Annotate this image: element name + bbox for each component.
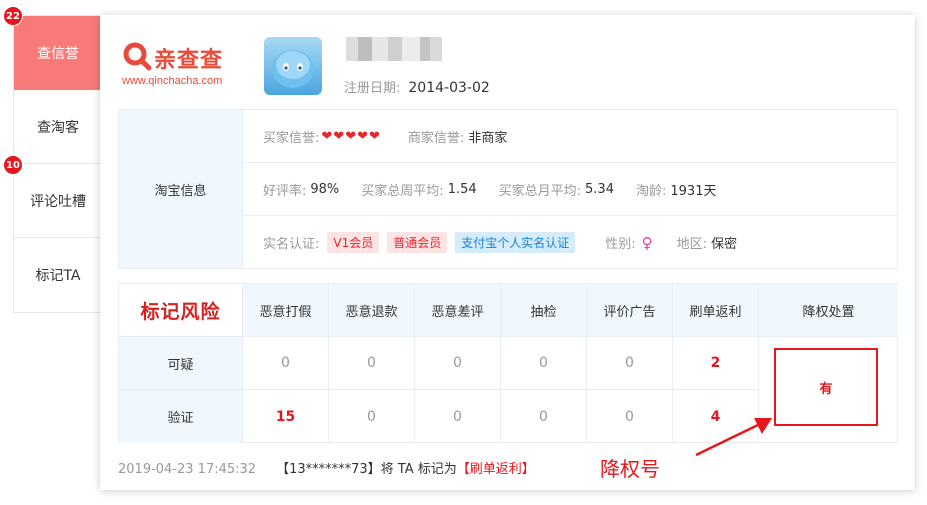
- risk-title: 标记风险: [140, 300, 221, 323]
- tag-alipay-verified: 支付宝个人实名认证: [455, 232, 576, 253]
- sidebar-item-mark-ta[interactable]: 标记TA: [14, 238, 102, 312]
- row-label-verified: 验证: [119, 390, 243, 443]
- heart-icon: ❤: [345, 128, 357, 144]
- table-cell: 0: [587, 390, 673, 443]
- sidebar-item-check-taoke[interactable]: 查淘客: [14, 90, 102, 164]
- annotation-label: 降权号: [600, 457, 660, 481]
- mark-history: 2019-04-23 17:45:32 【13*******73】将 TA 标记为…: [118, 458, 535, 477]
- credit-card-panel: 亲查查 www.qinchacha.com 注册日期: 2014-03-02 淘宝…: [100, 15, 915, 490]
- table-cell: 0: [501, 390, 587, 443]
- penalty-status: 有: [819, 381, 833, 397]
- heart-icon: ❤: [369, 128, 380, 144]
- mark-user: 【13*******73】将 TA 标记为: [276, 462, 457, 477]
- registration-date: 注册日期: 2014-03-02: [344, 80, 490, 96]
- heart-icon: ❤: [321, 128, 333, 144]
- month-avg-value: 5.34: [585, 181, 614, 197]
- seller-credit-value: 非商家: [468, 130, 508, 146]
- table-cell: 0: [329, 390, 415, 443]
- heart-icon: ❤: [333, 128, 345, 144]
- region-value: 保密: [711, 237, 738, 252]
- table-cell: 2: [673, 337, 759, 390]
- table-cell: 0: [587, 337, 673, 390]
- verification-row: 实名认证: V1会员 普通会员 支付宝个人实名认证 性别: ♀ 地区: 保密: [263, 232, 738, 253]
- column-header: 恶意差评: [415, 284, 501, 337]
- column-header: 抽检: [501, 284, 587, 337]
- sidebar-item-label: 查淘客: [37, 119, 79, 136]
- table-cell: 0: [243, 337, 329, 390]
- avatar-drop-icon: [272, 50, 314, 88]
- sidebar-item-check-credit[interactable]: 查信誉: [14, 16, 102, 90]
- heart-icon: ❤: [357, 128, 369, 144]
- registration-date-value: 2014-03-02: [408, 80, 490, 96]
- good-rate-value: 98%: [310, 181, 340, 197]
- avatar: [264, 37, 322, 95]
- count-badge: 10: [3, 155, 23, 175]
- taobao-info-table: 淘宝信息 买家信誉: ❤ ❤ ❤ ❤ ❤ 商家信誉: 非商家 好评率: 98% …: [118, 109, 898, 269]
- row-label-suspicious: 可疑: [119, 337, 243, 390]
- risk-title-cell: 标记风险: [119, 284, 243, 337]
- table-cell: 15: [243, 390, 329, 443]
- sidebar-item-label: 查信誉: [37, 46, 79, 62]
- credit-row: 买家信誉: ❤ ❤ ❤ ❤ ❤ 商家信誉: 非商家: [243, 110, 898, 163]
- annotation-arrow-icon: [695, 418, 772, 457]
- sidebar-item-label: 评论吐槽: [30, 193, 86, 210]
- mark-timestamp: 2019-04-23 17:45:32: [118, 462, 257, 477]
- female-icon: ♀: [641, 233, 653, 252]
- username-blurred: [346, 37, 442, 61]
- tag-normal-member: 普通会员: [387, 232, 448, 253]
- table-cell: 0: [415, 390, 501, 443]
- column-header: 恶意打假: [243, 284, 329, 337]
- logo: 亲查查 www.qinchacha.com: [122, 41, 242, 91]
- buyer-credit-hearts: ❤ ❤ ❤ ❤ ❤: [321, 130, 380, 143]
- sidebar: 查信誉 查淘客 评论吐槽 标记TA: [13, 15, 102, 313]
- logo-name: 亲查查: [154, 48, 224, 73]
- table-cell: 0: [501, 337, 587, 390]
- column-header: 降权处置: [759, 284, 898, 337]
- table-cell: 0: [329, 337, 415, 390]
- column-header: 恶意退款: [329, 284, 415, 337]
- week-avg-value: 1.54: [447, 181, 477, 197]
- taobao-info-label: 淘宝信息: [119, 110, 243, 268]
- sidebar-item-label: 标记TA: [35, 268, 81, 284]
- mark-type: 【刷单返利】: [456, 462, 535, 477]
- rating-row: 好评率: 98% 买家总周平均: 1.54 买家总月平均: 5.34 淘龄: 1…: [243, 163, 898, 216]
- column-header: 刷单返利: [673, 284, 759, 337]
- penalty-status-box: 有: [774, 348, 878, 426]
- sidebar-item-comments[interactable]: 评论吐槽: [14, 164, 102, 238]
- table-cell: 0: [415, 337, 501, 390]
- account-age-value: 1931天: [670, 183, 717, 199]
- column-header: 评价广告: [587, 284, 673, 337]
- magnifier-logo-icon: [123, 42, 152, 71]
- count-badge: 22: [3, 6, 23, 26]
- risk-table: 标记风险 恶意打假 恶意退款 恶意差评 抽检 评价广告 刷单返利 降权处置 可疑…: [118, 283, 898, 443]
- tag-v1-member: V1会员: [327, 232, 380, 253]
- logo-url: www.qinchacha.com: [122, 75, 223, 87]
